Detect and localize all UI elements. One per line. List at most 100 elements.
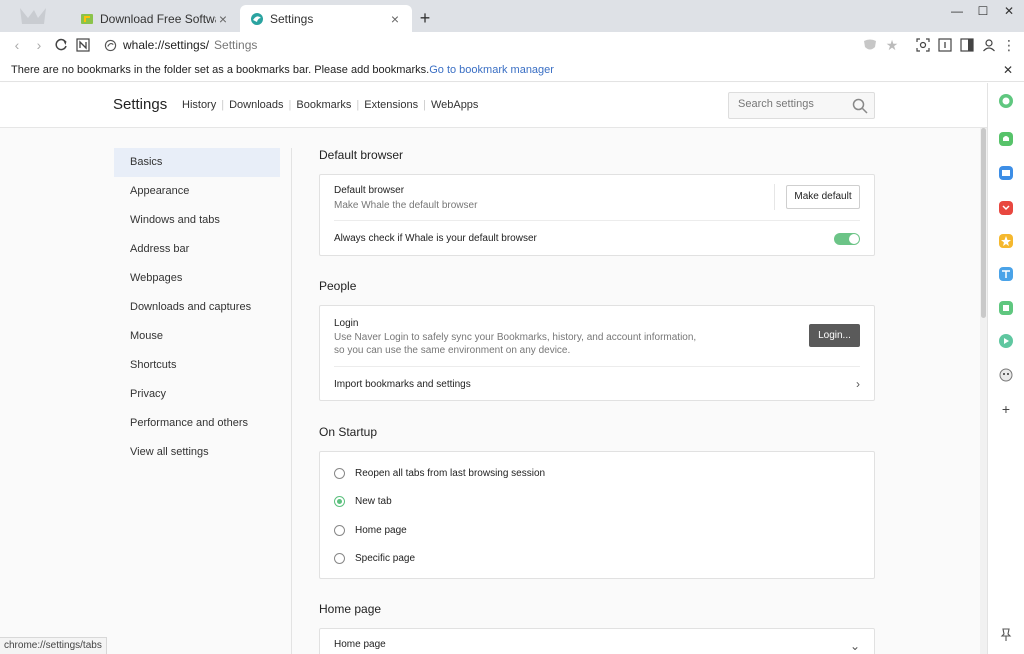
tab-title: Download Free Software for Windows	[100, 11, 216, 26]
default-browser-label: Default browser	[334, 185, 405, 196]
shield-icon[interactable]	[862, 37, 878, 53]
translate-app-icon[interactable]	[998, 266, 1014, 282]
back-icon[interactable]: ‹	[9, 37, 25, 53]
chevron-down-icon[interactable]: ⌄	[850, 639, 860, 653]
scrollbar[interactable]	[980, 128, 987, 654]
scrollbar-thumb[interactable]	[981, 128, 986, 318]
nav-item-appearance[interactable]: Appearance	[114, 177, 280, 206]
startup-option-reopen[interactable]: Reopen all tabs from last browsing sessi…	[334, 466, 545, 480]
nav-item-downloads-and-captures[interactable]: Downloads and captures	[114, 293, 280, 322]
tab-strip: Download Free Software for Windows × Set…	[0, 0, 1024, 32]
nav-item-mouse[interactable]: Mouse	[114, 322, 280, 351]
toggle-knob	[849, 234, 859, 244]
search-box[interactable]	[728, 92, 875, 119]
link-separator: |	[288, 99, 292, 111]
startup-option-label: New tab	[355, 495, 392, 507]
capture-icon[interactable]	[915, 37, 931, 53]
whale-sidebar: +	[987, 83, 1024, 654]
notification-app-icon[interactable]	[998, 131, 1014, 147]
header-link-webapps[interactable]: WebApps	[431, 99, 479, 111]
nav-item-view-all[interactable]: View all settings	[114, 438, 280, 467]
page-title: Settings	[113, 96, 168, 113]
bookmarks-bar-close-icon[interactable]: ✕	[1003, 58, 1013, 82]
nav-item-performance[interactable]: Performance and others	[114, 409, 280, 438]
settings-content: Basics Appearance Windows and tabs Addre…	[0, 128, 987, 654]
home-page-label: Home page	[334, 639, 386, 650]
section-title-on-startup: On Startup	[319, 425, 378, 439]
header-link-downloads[interactable]: Downloads	[229, 99, 283, 111]
favorites-app-icon[interactable]	[998, 233, 1014, 249]
bookmark-star-icon[interactable]: ★	[884, 37, 900, 53]
naver-home-icon[interactable]	[75, 37, 91, 53]
window-close-button[interactable]: ✕	[998, 3, 1020, 19]
startup-option-label: Specific page	[355, 552, 416, 564]
settings-header: Settings History | Downloads | Bookmarks | …	[0, 83, 987, 128]
radio-button[interactable]	[334, 467, 345, 479]
address-bar[interactable]: whale://settings/ Settings	[104, 36, 257, 54]
radio-button-checked[interactable]	[334, 495, 345, 507]
pocket-app-icon[interactable]	[998, 200, 1014, 216]
profile-icon[interactable]	[981, 37, 997, 53]
media-player-app-icon[interactable]	[998, 333, 1014, 349]
row-divider	[334, 366, 860, 367]
bookmark-manager-link[interactable]: Go to bookmark manager	[429, 64, 554, 76]
add-sidebar-app-icon[interactable]: +	[999, 401, 1013, 417]
search-icon[interactable]	[852, 98, 868, 114]
always-check-label: Always check if Whale is your default br…	[334, 233, 537, 244]
nav-item-privacy[interactable]: Privacy	[114, 380, 280, 409]
bookmarks-bar: There are no bookmarks in the folder set…	[0, 58, 1024, 82]
nav-item-webpages[interactable]: Webpages	[114, 264, 280, 293]
header-link-history[interactable]: History	[182, 99, 216, 111]
nav-item-address-bar[interactable]: Address bar	[114, 235, 280, 264]
import-bookmarks-label[interactable]: Import bookmarks and settings	[334, 379, 471, 390]
tab-download-software[interactable]: Download Free Software for Windows ×	[70, 5, 240, 32]
make-default-button[interactable]: Make default	[786, 185, 860, 209]
login-button[interactable]: Login...	[809, 324, 860, 347]
nav-item-shortcuts[interactable]: Shortcuts	[114, 351, 280, 380]
search-input[interactable]	[738, 98, 848, 110]
vertical-divider	[774, 184, 775, 210]
tab-close-icon[interactable]: ×	[388, 12, 402, 26]
startup-option-home-page[interactable]: Home page	[334, 523, 407, 537]
always-check-toggle[interactable]	[834, 233, 860, 245]
tab-close-icon[interactable]: ×	[216, 12, 230, 26]
green-dot-app-icon[interactable]	[998, 93, 1014, 109]
nav-item-basics[interactable]: Basics	[114, 148, 280, 177]
forward-icon[interactable]: ›	[31, 37, 47, 53]
chevron-right-icon[interactable]: ›	[856, 377, 860, 391]
settings-nav: Basics Appearance Windows and tabs Addre…	[114, 148, 280, 467]
people-card: Login Use Naver Login to safely sync you…	[319, 305, 875, 401]
new-tab-button[interactable]: +	[416, 9, 434, 27]
reload-icon[interactable]	[53, 37, 69, 53]
whale-logo-icon	[20, 8, 46, 24]
whale-favicon-icon	[251, 12, 263, 25]
header-link-bookmarks[interactable]: Bookmarks	[296, 99, 351, 111]
softonic-favicon-icon	[81, 13, 93, 24]
maximize-button[interactable]: ☐	[972, 3, 994, 19]
calendar-app-icon[interactable]	[998, 165, 1014, 181]
sidebar-toggle-icon[interactable]	[959, 37, 975, 53]
minimize-button[interactable]: —	[946, 3, 968, 19]
radio-button[interactable]	[334, 552, 345, 564]
link-separator: |	[221, 99, 225, 111]
tab-settings[interactable]: Settings ×	[240, 5, 412, 32]
default-browser-card: Default browser Make Whale the default b…	[319, 174, 875, 256]
pin-icon[interactable]	[999, 628, 1013, 642]
address-url: whale://settings/	[123, 38, 210, 52]
startup-option-label: Home page	[355, 524, 407, 536]
startup-option-label: Reopen all tabs from last browsing sessi…	[355, 467, 546, 479]
nav-item-windows-and-tabs[interactable]: Windows and tabs	[114, 206, 280, 235]
startup-option-specific-page[interactable]: Specific page	[334, 551, 415, 565]
bookmarks-bar-message: There are no bookmarks in the folder set…	[11, 64, 430, 76]
menu-icon[interactable]: ⋮	[1001, 37, 1017, 53]
status-url: chrome://settings/tabs	[0, 637, 107, 654]
radio-button[interactable]	[334, 524, 345, 536]
nav-divider	[291, 148, 292, 654]
papago-app-icon[interactable]	[998, 367, 1014, 383]
header-link-extensions[interactable]: Extensions	[364, 99, 418, 111]
startup-option-new-tab[interactable]: New tab	[334, 494, 392, 508]
home-page-card: Home page ⌄	[319, 628, 875, 654]
note-app-icon[interactable]	[998, 300, 1014, 316]
default-browser-sub: Make Whale the default browser	[334, 200, 478, 211]
reader-mode-icon[interactable]	[937, 37, 953, 53]
